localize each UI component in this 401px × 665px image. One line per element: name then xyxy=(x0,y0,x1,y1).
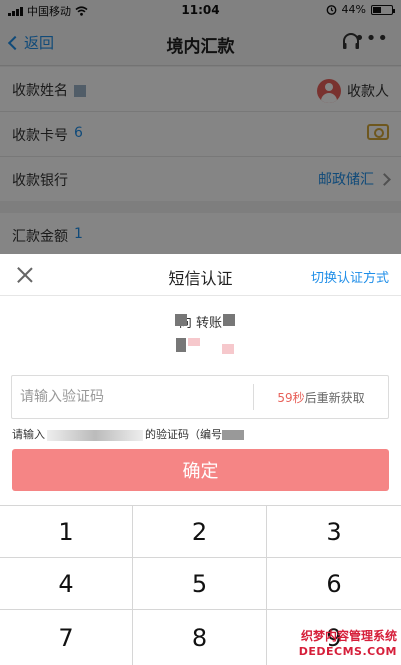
confirm-button[interactable]: 确定 xyxy=(12,449,389,491)
watermark: 织梦内容管理系统 DEDECMS.COM xyxy=(299,628,397,660)
sheet-header: 短信认证 切换认证方式 xyxy=(0,254,401,296)
resend-countdown[interactable]: 59秒后重新获取 xyxy=(254,389,388,406)
key-1[interactable]: 1 xyxy=(0,506,133,558)
key-8[interactable]: 8 xyxy=(133,610,267,665)
watermark-line1: 织梦内容管理系统 xyxy=(300,629,397,643)
key-4[interactable]: 4 xyxy=(0,558,133,610)
key-7[interactable]: 7 xyxy=(0,610,133,665)
dim-overlay[interactable] xyxy=(0,0,401,254)
switch-auth-method-link[interactable]: 切换认证方式 xyxy=(311,267,389,286)
key-2[interactable]: 2 xyxy=(133,506,267,558)
watermark-line2: DEDECMS.COM xyxy=(298,645,397,658)
hint-suffix: 的验证码（编号 xyxy=(145,428,222,441)
countdown-seconds: 59秒 xyxy=(277,391,305,405)
countdown-suffix: 后重新获取 xyxy=(304,391,365,405)
masked-serial xyxy=(222,430,244,440)
verification-code-box: 59秒后重新获取 xyxy=(11,375,389,419)
verification-code-input[interactable] xyxy=(12,376,252,418)
code-hint: 请输入 的验证码（编号 xyxy=(12,426,244,442)
masked-phone xyxy=(47,429,143,441)
key-3[interactable]: 3 xyxy=(267,506,401,558)
masked-info xyxy=(0,310,401,354)
sms-auth-sheet: 短信认证 切换认证方式 向 转账 59秒后重新获取 请输入的验证码（编号 确定 xyxy=(0,254,401,505)
hint-prefix: 请输入 xyxy=(12,428,45,441)
key-6[interactable]: 6 xyxy=(267,558,401,610)
key-5[interactable]: 5 xyxy=(133,558,267,610)
